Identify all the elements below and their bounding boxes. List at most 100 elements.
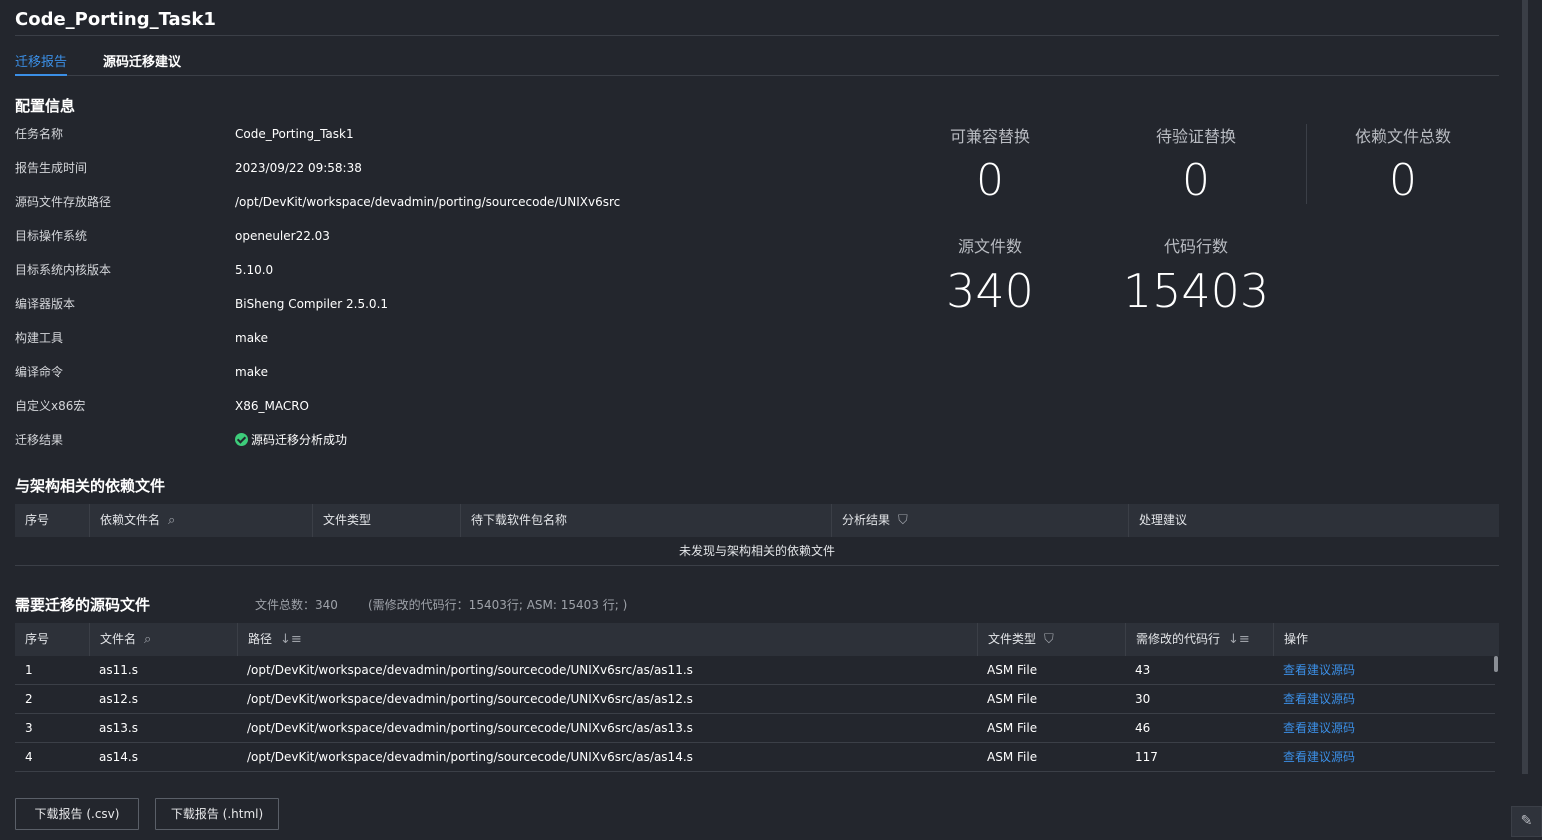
table-scrollbar[interactable] <box>1494 656 1498 672</box>
stat-compatible: 可兼容替换 0 <box>890 126 1090 208</box>
row-index: 4 <box>25 750 33 764</box>
migration-result-text: 源码迁移分析成功 <box>251 433 348 447</box>
sources-table: 序号 文件名 ⌕ 路径 ↓≡ 文件类型 ⛉ 需修改的代码行 ↓≡ 操作 1 as11.s… <box>15 623 1499 775</box>
deps-col-package: 待下载软件包名称 <box>460 504 831 537</box>
config-key: 构建工具 <box>15 331 64 345</box>
deps-col-analysis: 分析结果 ⛉ <box>831 504 1128 537</box>
config-row-compiler: 编译器版本 BiSheng Compiler 2.5.0.1 <box>15 294 815 314</box>
page-scrollbar[interactable] <box>1522 0 1528 774</box>
sort-icon[interactable]: ↓≡ <box>1228 623 1250 656</box>
row-filename: as11.s <box>99 663 138 677</box>
sources-total: 文件总数：340 <box>255 598 338 612</box>
config-row-task-name: 任务名称 Code_Porting_Task1 <box>15 124 815 144</box>
config-key: 编译命令 <box>15 365 64 379</box>
row-lines: 30 <box>1135 692 1151 706</box>
sort-icon[interactable]: ↓≡ <box>280 623 302 656</box>
config-row-migration-result: 迁移结果 源码迁移分析成功 <box>15 430 815 450</box>
config-value: make <box>235 331 268 345</box>
sources-col-filename: 文件名 ⌕ <box>89 623 237 656</box>
config-key: 目标系统内核版本 <box>15 263 112 277</box>
deps-col-filetype: 文件类型 <box>312 504 460 537</box>
table-row: 3 as13.s /opt/DevKit/workspace/devadmin/… <box>15 714 1495 743</box>
row-filetype: ASM File <box>987 750 1038 764</box>
page-header: Code_Porting_Task1 <box>15 8 1499 36</box>
stat-value: 15403 <box>1122 264 1270 318</box>
stat-code-lines: 代码行数 15403 <box>1096 236 1296 320</box>
stat-label: 代码行数 <box>1163 237 1228 256</box>
edit-icon[interactable]: ✎ <box>1511 806 1542 837</box>
row-filename: as14.s <box>99 750 138 764</box>
row-index: 2 <box>25 692 33 706</box>
config-value: BiSheng Compiler 2.5.0.1 <box>235 297 389 311</box>
filter-icon[interactable]: ⛉ <box>898 504 908 537</box>
search-icon[interactable]: ⌕ <box>144 623 151 656</box>
table-row: 1 as11.s /opt/DevKit/workspace/devadmin/… <box>15 656 1495 685</box>
table-row: 4 as14.s /opt/DevKit/workspace/devadmin/… <box>15 743 1495 772</box>
config-key: 自定义x86宏 <box>15 399 86 413</box>
config-row-kernel-version: 目标系统内核版本 5.10.0 <box>15 260 815 280</box>
view-suggested-source-link[interactable]: 查看建议源码 <box>1273 656 1355 685</box>
row-filetype: ASM File <box>987 692 1038 706</box>
tab-bar: 迁移报告 源码迁移建议 <box>15 52 1499 76</box>
row-path: /opt/DevKit/workspace/devadmin/porting/s… <box>247 663 693 677</box>
stat-label: 可兼容替换 <box>949 127 1030 146</box>
page-title: Code_Porting_Task1 <box>15 9 216 30</box>
sources-col-index: 序号 <box>25 632 50 646</box>
config-key: 报告生成时间 <box>15 161 88 175</box>
config-row-target-os: 目标操作系统 openeuler22.03 <box>15 226 815 246</box>
view-suggested-source-link[interactable]: 查看建议源码 <box>1273 743 1355 772</box>
config-row-build-tool: 构建工具 make <box>15 328 815 348</box>
search-icon[interactable]: ⌕ <box>168 504 175 537</box>
config-value: 5.10.0 <box>235 263 274 277</box>
config-key: 目标操作系统 <box>15 229 88 243</box>
stat-label: 待验证替换 <box>1155 127 1236 146</box>
row-filename: as12.s <box>99 692 138 706</box>
config-value: X86_MACRO <box>235 399 310 413</box>
deps-empty-message: 未发现与架构相关的依赖文件 <box>15 537 1499 566</box>
row-lines: 46 <box>1135 721 1151 735</box>
tab-source-suggestions[interactable]: 源码迁移建议 <box>103 54 181 72</box>
config-row-report-time: 报告生成时间 2023/09/22 09:58:38 <box>15 158 815 178</box>
stat-source-files: 源文件数 340 <box>890 236 1090 320</box>
deps-table: 序号 依赖文件名 ⌕ 文件类型 待下载软件包名称 分析结果 ⛉ 处理建议 未发现与架… <box>15 504 1499 567</box>
download-html-button[interactable]: 下载报告 (.html) <box>155 798 279 830</box>
config-value: openeuler22.03 <box>235 229 330 243</box>
view-suggested-source-link[interactable]: 查看建议源码 <box>1273 714 1355 743</box>
row-path: /opt/DevKit/workspace/devadmin/porting/s… <box>247 692 693 706</box>
config-value: Code_Porting_Task1 <box>235 127 354 141</box>
download-csv-button[interactable]: 下载报告 (.csv) <box>15 798 139 830</box>
config-value: 源码迁移分析成功 <box>235 430 347 450</box>
sources-col-path: 路径 ↓≡ <box>237 623 977 656</box>
config-key: 迁移结果 <box>15 433 64 447</box>
config-value: /opt/DevKit/workspace/devadmin/porting/s… <box>235 195 621 209</box>
deps-col-filename: 依赖文件名 ⌕ <box>89 504 312 537</box>
table-row: 2 as12.s /opt/DevKit/workspace/devadmin/… <box>15 685 1495 714</box>
row-path: /opt/DevKit/workspace/devadmin/porting/s… <box>247 721 693 735</box>
config-key: 任务名称 <box>15 127 64 141</box>
filter-icon[interactable]: ⛉ <box>1044 623 1054 656</box>
stat-label: 依赖文件总数 <box>1354 127 1451 146</box>
deps-table-header: 序号 依赖文件名 ⌕ 文件类型 待下载软件包名称 分析结果 ⛉ 处理建议 <box>15 504 1499 537</box>
stat-value: 340 <box>946 264 1034 318</box>
stat-deps-total: 依赖文件总数 0 <box>1303 126 1503 208</box>
stat-value: 0 <box>1389 155 1417 206</box>
stat-value: 0 <box>976 155 1004 206</box>
view-suggested-source-link[interactable]: 查看建议源码 <box>1273 685 1355 714</box>
sources-col-filetype: 文件类型 ⛉ <box>977 623 1125 656</box>
stat-pending: 待验证替换 0 <box>1096 126 1296 208</box>
row-filetype: ASM File <box>987 721 1038 735</box>
deps-col-suggestion: 处理建议 <box>1128 504 1499 537</box>
stat-value: 0 <box>1182 155 1210 206</box>
config-section-title: 配置信息 <box>15 97 76 115</box>
config-row-x86-macro: 自定义x86宏 X86_MACRO <box>15 396 815 416</box>
config-value: make <box>235 365 268 379</box>
tab-migration-report[interactable]: 迁移报告 <box>15 54 68 76</box>
deps-section-title: 与架构相关的依赖文件 <box>15 477 166 495</box>
row-filetype: ASM File <box>987 663 1038 677</box>
row-path: /opt/DevKit/workspace/devadmin/porting/s… <box>247 750 693 764</box>
deps-col-index: 序号 <box>25 513 50 527</box>
config-row-source-path: 源码文件存放路径 /opt/DevKit/workspace/devadmin/… <box>15 192 815 212</box>
sources-section-title: 需要迁移的源码文件 <box>15 596 151 614</box>
row-index: 3 <box>25 721 33 735</box>
config-value: 2023/09/22 09:58:38 <box>235 161 362 175</box>
